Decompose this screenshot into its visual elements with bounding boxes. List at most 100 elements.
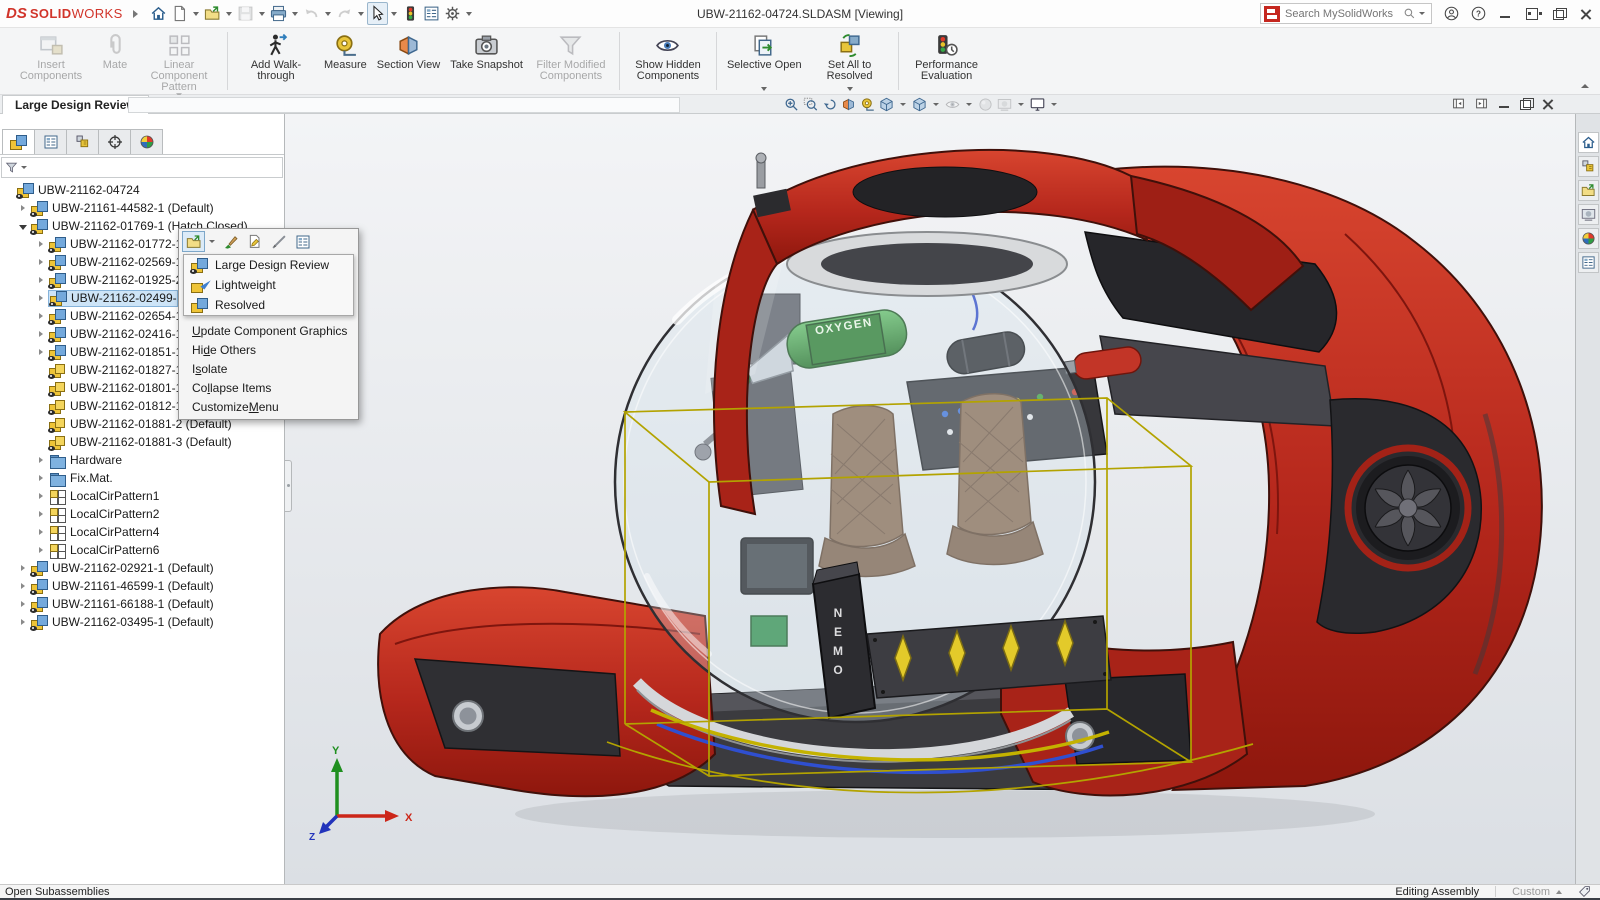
tab-large-design-review[interactable]: Large Design Review bbox=[2, 95, 149, 114]
expand-arrow-icon[interactable] bbox=[18, 617, 29, 628]
filter-caret-icon[interactable] bbox=[21, 166, 27, 169]
search-caret-icon[interactable] bbox=[1419, 12, 1425, 15]
measure-button[interactable]: Measure bbox=[319, 30, 372, 92]
collapse-arrow-icon[interactable] bbox=[18, 221, 29, 232]
filter-funnel-icon[interactable] bbox=[5, 161, 18, 174]
new-document-button[interactable] bbox=[169, 2, 190, 25]
select-caret-icon[interactable] bbox=[390, 11, 397, 16]
tree-filter[interactable] bbox=[1, 157, 283, 178]
brand-flyout-arrow-icon[interactable] bbox=[132, 9, 138, 18]
menu-isolate[interactable]: Is olate bbox=[179, 359, 358, 378]
display-style-icon[interactable] bbox=[911, 96, 928, 113]
minimize-button[interactable] bbox=[1497, 6, 1513, 22]
doc-restore-icon[interactable] bbox=[1520, 97, 1534, 110]
tree-item[interactable]: UBW-21162-03495-1 (Default) bbox=[0, 613, 284, 631]
print-button[interactable] bbox=[268, 2, 289, 25]
mode-large-design-review[interactable]: Large Design Review bbox=[184, 255, 353, 275]
tab-propertymanager[interactable] bbox=[34, 129, 67, 154]
expand-arrow-icon[interactable] bbox=[36, 491, 47, 502]
tree-item[interactable]: Fix.Mat. bbox=[0, 469, 284, 487]
3d-model[interactable]: Y X Z bbox=[285, 114, 1575, 884]
pane-right-icon[interactable] bbox=[1475, 97, 1488, 110]
menu-update-component-graphics[interactable]: Update Component Graphics bbox=[179, 321, 358, 340]
mode-lightweight[interactable]: Lightweight bbox=[184, 275, 353, 295]
file-explorer-button[interactable] bbox=[1577, 180, 1599, 201]
tree-item[interactable]: UBW-21162-02921-1 (Default) bbox=[0, 559, 284, 577]
expand-arrow-icon[interactable] bbox=[36, 275, 47, 286]
tab-displaymanager[interactable] bbox=[130, 129, 163, 154]
open-drawing-button[interactable] bbox=[243, 231, 266, 252]
options-caret-icon[interactable] bbox=[465, 11, 472, 16]
tree-item[interactable]: Hardware bbox=[0, 451, 284, 469]
open-component-button[interactable] bbox=[182, 231, 205, 252]
taskpane-home-button[interactable] bbox=[1577, 132, 1599, 153]
tree-item[interactable]: LocalCirPattern6 bbox=[0, 541, 284, 559]
configuration-dropdown[interactable]: Custom bbox=[1512, 886, 1562, 898]
tree-item[interactable]: LocalCirPattern2 bbox=[0, 505, 284, 523]
expand-arrow-icon[interactable] bbox=[36, 473, 47, 484]
tab-configurationmanager[interactable] bbox=[66, 129, 99, 154]
pane-left-icon[interactable] bbox=[1452, 97, 1465, 110]
ribbon-collapse-button[interactable] bbox=[1581, 82, 1590, 88]
component-properties-button[interactable] bbox=[291, 231, 314, 252]
view-settings-caret-icon[interactable] bbox=[1051, 103, 1057, 106]
tree-item[interactable]: UBW-21162-04724 bbox=[0, 181, 284, 199]
options-button[interactable] bbox=[442, 2, 463, 25]
open-mode-caret-icon[interactable] bbox=[209, 240, 215, 243]
menu-hide-others[interactable]: Hi d e Others bbox=[179, 340, 358, 359]
expand-arrow-icon[interactable] bbox=[18, 581, 29, 592]
set-to-resolved-button[interactable] bbox=[219, 231, 242, 252]
section-view-hud-icon[interactable] bbox=[840, 96, 857, 113]
expand-arrow-icon[interactable] bbox=[36, 509, 47, 520]
expand-arrow-icon[interactable] bbox=[36, 347, 47, 358]
custom-properties-button[interactable] bbox=[1577, 252, 1599, 273]
expand-arrow-icon[interactable] bbox=[18, 203, 29, 214]
view-orient-icon[interactable] bbox=[878, 96, 895, 113]
section-view-button[interactable]: Section View bbox=[372, 30, 445, 92]
panel-collapse-handle[interactable] bbox=[285, 460, 292, 512]
view-orient-caret-icon[interactable] bbox=[900, 103, 906, 106]
menu-collapse-items[interactable]: Co l lapse Items bbox=[179, 378, 358, 397]
selective-open-caret-icon[interactable] bbox=[761, 87, 768, 91]
help-button[interactable] bbox=[1470, 6, 1486, 22]
tree-item[interactable]: LocalCirPattern4 bbox=[0, 523, 284, 541]
set-all-to-resolved-button[interactable]: Set All to Resolved bbox=[807, 30, 893, 92]
expand-arrow-icon[interactable] bbox=[36, 455, 47, 466]
set-resolved-caret-icon[interactable] bbox=[846, 87, 853, 91]
restore-button[interactable] bbox=[1551, 6, 1567, 22]
show-hidden-components-button[interactable]: Show Hidden Components bbox=[625, 30, 711, 92]
print-caret-icon[interactable] bbox=[291, 11, 298, 16]
tree-item[interactable]: LocalCirPattern1 bbox=[0, 487, 284, 505]
expand-arrow-icon[interactable] bbox=[36, 293, 47, 304]
select-tool-button[interactable] bbox=[366, 2, 388, 25]
zoom-to-fit-icon[interactable] bbox=[783, 96, 800, 113]
tree-item[interactable]: UBW-21161-46599-1 (Default) bbox=[0, 577, 284, 595]
measure-hud-icon[interactable] bbox=[859, 96, 876, 113]
search-box[interactable] bbox=[1260, 3, 1432, 24]
expand-arrow-icon[interactable] bbox=[36, 311, 47, 322]
expand-arrow-icon[interactable] bbox=[36, 527, 47, 538]
open-caret-icon[interactable] bbox=[225, 11, 232, 16]
view-palette-button[interactable] bbox=[1577, 204, 1599, 225]
expand-arrow-icon[interactable] bbox=[36, 239, 47, 250]
file-properties-button[interactable] bbox=[421, 2, 442, 25]
search-input[interactable] bbox=[1285, 7, 1403, 20]
open-button[interactable] bbox=[202, 2, 223, 25]
previous-view-icon[interactable] bbox=[821, 96, 838, 113]
expand-arrow-icon[interactable] bbox=[18, 599, 29, 610]
tags-icon[interactable] bbox=[1578, 885, 1591, 898]
display-style-caret-icon[interactable] bbox=[933, 103, 939, 106]
tree-item[interactable]: UBW-21161-66188-1 (Default) bbox=[0, 595, 284, 613]
menu-customize-menu[interactable]: Customize Menu bbox=[179, 397, 358, 416]
rebuild-button[interactable] bbox=[400, 2, 421, 25]
doc-minimize-icon[interactable] bbox=[1498, 98, 1510, 110]
home-button[interactable] bbox=[148, 2, 169, 25]
expand-arrow-icon[interactable] bbox=[36, 329, 47, 340]
tab-dimxpertmanager[interactable] bbox=[98, 129, 131, 154]
zoom-to-area-icon[interactable] bbox=[802, 96, 819, 113]
design-library-button[interactable] bbox=[1577, 156, 1599, 177]
view-settings-icon[interactable] bbox=[1029, 96, 1046, 113]
expand-arrow-icon[interactable] bbox=[36, 545, 47, 556]
take-snapshot-button[interactable]: Take Snapshot bbox=[445, 30, 528, 92]
expand-arrow-icon[interactable] bbox=[36, 257, 47, 268]
